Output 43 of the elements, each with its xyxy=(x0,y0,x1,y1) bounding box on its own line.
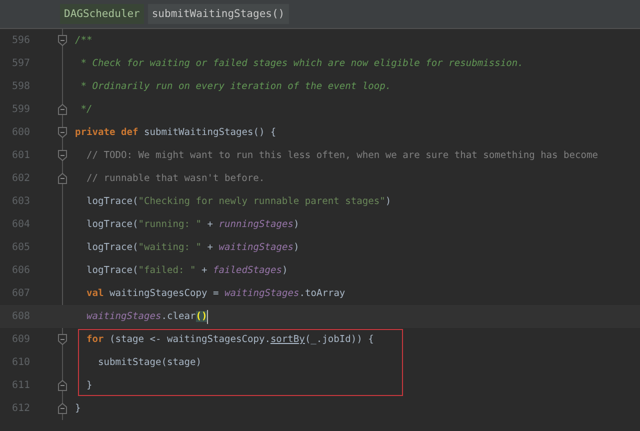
line-number: 606 xyxy=(10,265,30,276)
code-line: private def submitWaitingStages() { xyxy=(75,127,276,138)
line-number: 597 xyxy=(10,58,30,69)
fold-end-icon[interactable] xyxy=(58,173,67,184)
code-line: } xyxy=(85,380,92,391)
code-line: } xyxy=(75,403,81,414)
code-line: waitingStages.clear() xyxy=(85,310,208,324)
line-number: 596 xyxy=(10,35,30,46)
fold-end-icon[interactable] xyxy=(58,380,67,391)
line-number: 607 xyxy=(10,288,30,299)
code-line: logTrace("waiting: " + waitingStages) xyxy=(85,242,300,253)
fold-start-icon[interactable] xyxy=(58,334,67,345)
line-number: 603 xyxy=(10,196,30,207)
line-number: 612 xyxy=(10,403,30,414)
fold-start-icon[interactable] xyxy=(58,127,67,138)
code-line: val waitingStagesCopy = waitingStages.toArray xyxy=(85,288,346,299)
line-number: 599 xyxy=(10,104,30,115)
fold-end-icon[interactable] xyxy=(58,403,67,414)
line-number: 605 xyxy=(10,242,30,253)
code-line: * Ordinarily run on every iteration of the event loop. xyxy=(80,81,392,92)
code-line: for (stage <- waitingStagesCopy.sortBy(_.jobId)) { xyxy=(85,334,374,345)
code-line: logTrace("failed: " + failedStages) xyxy=(85,265,288,276)
code-line: logTrace("running: " + runningStages) xyxy=(85,219,300,230)
line-number: 602 xyxy=(10,173,30,184)
breadcrumb-item[interactable]: submitWaitingStages() xyxy=(148,4,289,24)
breadcrumb-item[interactable]: DAGScheduler xyxy=(60,4,144,24)
code-line: submitStage(stage) xyxy=(96,357,202,368)
line-number: 610 xyxy=(10,357,30,368)
line-number: 598 xyxy=(10,81,30,92)
line-number: 601 xyxy=(10,150,30,161)
code-line: * Check for waiting or failed stages which are now eligible for resubmission. xyxy=(80,58,524,69)
fold-start-icon[interactable] xyxy=(58,150,67,161)
code-line: // runnable that wasn't before. xyxy=(85,173,265,184)
fold-start-icon[interactable] xyxy=(58,35,67,46)
line-number: 604 xyxy=(10,219,30,230)
line-number: 609 xyxy=(10,334,30,345)
line-number: 600 xyxy=(10,127,30,138)
fold-end-icon[interactable] xyxy=(58,104,67,115)
code-line: logTrace("Checking for newly runnable parent stages") xyxy=(85,196,392,207)
code-line: */ xyxy=(80,104,92,115)
code-line: // TODO: We might want to run this less often, when we are sure that something has become xyxy=(85,150,598,161)
line-number: 611 xyxy=(10,380,30,391)
code-line: /** xyxy=(75,35,92,46)
